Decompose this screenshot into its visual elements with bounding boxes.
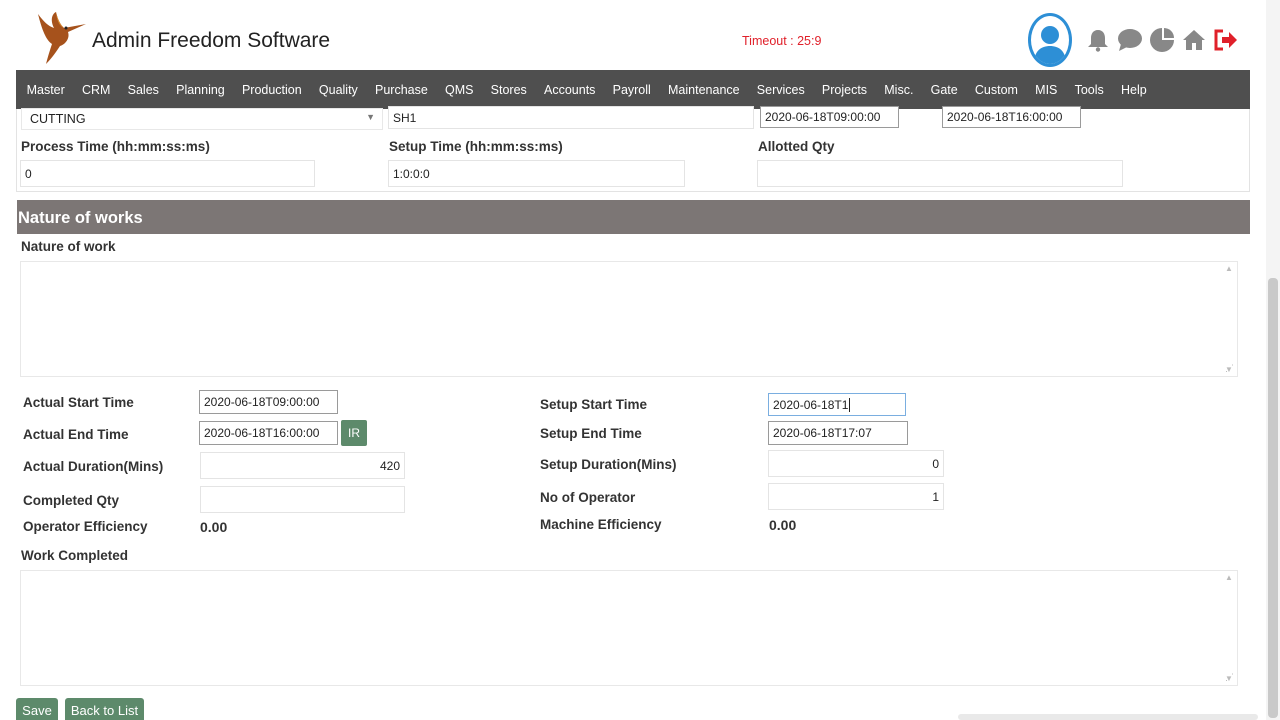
save-button[interactable]: Save: [16, 698, 58, 720]
process-time-input[interactable]: 0: [20, 160, 315, 187]
setup-duration-label: Setup Duration(Mins): [540, 457, 677, 472]
nav-item-accounts[interactable]: Accounts: [535, 83, 604, 97]
nav-item-payroll[interactable]: Payroll: [604, 83, 659, 97]
no-of-operator-input[interactable]: 1: [768, 483, 944, 510]
nav-item-gate[interactable]: Gate: [922, 83, 966, 97]
main-navigation: Master CRM Sales Planning Production Quality P…: [16, 70, 1250, 109]
actual-end-time-input[interactable]: 2020-06-18T16:00:00: [199, 421, 338, 445]
actual-duration-input[interactable]: 420: [200, 452, 405, 479]
page-scrollbar-thumb[interactable]: [1268, 278, 1278, 718]
work-completed-label: Work Completed: [21, 548, 129, 563]
resize-grip-icon[interactable]: ⋰: [1225, 363, 1234, 374]
setup-start-time-input[interactable]: 2020-06-18T1: [768, 393, 906, 416]
nature-of-works-header: Nature of works: [17, 200, 1250, 234]
setup-end-time-input[interactable]: 2020-06-18T17:07: [768, 421, 908, 445]
setup-time-input[interactable]: 1:0:0:0: [388, 160, 685, 187]
back-to-list-button[interactable]: Back to List: [65, 698, 144, 720]
header-icons: [1028, 12, 1240, 68]
textarea-scrollbar[interactable]: ▲ ▼: [1223, 264, 1235, 374]
process-time-label: Process Time (hh:mm:ss:ms): [21, 139, 210, 154]
nav-item-projects[interactable]: Projects: [813, 83, 875, 97]
process-select-value: CUTTING: [30, 112, 86, 126]
operator-efficiency-label: Operator Efficiency: [23, 519, 148, 534]
hummingbird-logo-icon: [30, 8, 90, 66]
scroll-up-icon[interactable]: ▲: [1225, 264, 1233, 273]
allotted-qty-label: Allotted Qty: [758, 139, 835, 154]
nav-item-master[interactable]: Master: [18, 83, 73, 97]
process-select[interactable]: CUTTING ▼: [21, 108, 383, 130]
page: Admin Freedom Software Timeout : 25:9 Ma…: [0, 0, 1280, 720]
shift-field[interactable]: SH1: [388, 106, 754, 129]
nature-of-work-textarea[interactable]: ▲ ▼ ⋰: [20, 261, 1238, 377]
ir-button[interactable]: IR: [341, 420, 367, 446]
resize-grip-icon[interactable]: ⋰: [1225, 672, 1234, 683]
completed-qty-input[interactable]: [200, 486, 405, 513]
dropdown-arrow-icon: ▼: [366, 112, 375, 122]
horizontal-scrollbar[interactable]: [958, 714, 1258, 720]
setup-start-time-label: Setup Start Time: [540, 397, 648, 412]
nav-item-maintenance[interactable]: Maintenance: [659, 83, 748, 97]
machine-efficiency-label: Machine Efficiency: [540, 517, 662, 532]
nav-item-purchase[interactable]: Purchase: [366, 83, 436, 97]
pie-chart-icon[interactable]: [1148, 26, 1176, 54]
allotted-qty-input[interactable]: [757, 160, 1123, 187]
work-completed-textarea[interactable]: ▲ ▼ ⋰: [20, 570, 1238, 686]
nav-item-stores[interactable]: Stores: [482, 83, 535, 97]
planned-start-time-field[interactable]: 2020-06-18T09:00:00: [760, 106, 899, 128]
nav-item-crm[interactable]: CRM: [73, 83, 119, 97]
nav-item-planning[interactable]: Planning: [168, 83, 234, 97]
completed-qty-label: Completed Qty: [23, 493, 120, 508]
app-title: Admin Freedom Software: [92, 29, 331, 52]
nav-item-services[interactable]: Services: [748, 83, 813, 97]
machine-efficiency-value: 0.00: [769, 517, 797, 533]
text-cursor: [849, 397, 851, 412]
nature-of-work-label: Nature of work: [21, 239, 116, 254]
nav-item-misc[interactable]: Misc.: [876, 83, 922, 97]
user-avatar-icon[interactable]: [1028, 13, 1072, 67]
textarea-scrollbar[interactable]: ▲ ▼: [1223, 573, 1235, 683]
scroll-up-icon[interactable]: ▲: [1225, 573, 1233, 582]
session-timeout: Timeout : 25:9: [742, 34, 822, 48]
actual-end-time-label: Actual End Time: [23, 427, 129, 442]
actual-duration-label: Actual Duration(Mins): [23, 459, 164, 474]
nav-item-sales[interactable]: Sales: [119, 83, 167, 97]
setup-duration-input[interactable]: 0: [768, 450, 944, 477]
setup-end-time-label: Setup End Time: [540, 426, 642, 441]
nav-item-custom[interactable]: Custom: [966, 83, 1026, 97]
setup-time-label: Setup Time (hh:mm:ss:ms): [389, 139, 563, 154]
operator-efficiency-value: 0.00: [200, 519, 228, 535]
logout-icon[interactable]: [1212, 26, 1240, 54]
actual-start-time-input[interactable]: 2020-06-18T09:00:00: [199, 390, 338, 414]
setup-start-time-value: 2020-06-18T1: [773, 397, 849, 412]
actual-start-time-label: Actual Start Time: [23, 395, 134, 410]
nav-item-qms[interactable]: QMS: [436, 83, 482, 97]
bell-icon[interactable]: [1084, 26, 1112, 54]
planned-end-time-field[interactable]: 2020-06-18T16:00:00: [942, 106, 1081, 128]
home-icon[interactable]: [1180, 26, 1208, 54]
nav-item-help[interactable]: Help: [1112, 83, 1155, 97]
nav-item-production[interactable]: Production: [233, 83, 310, 97]
no-of-operator-label: No of Operator: [540, 490, 636, 505]
chat-icon[interactable]: [1116, 26, 1144, 54]
nav-item-mis[interactable]: MIS: [1027, 83, 1066, 97]
nav-item-tools[interactable]: Tools: [1066, 83, 1112, 97]
nav-item-quality[interactable]: Quality: [310, 83, 366, 97]
